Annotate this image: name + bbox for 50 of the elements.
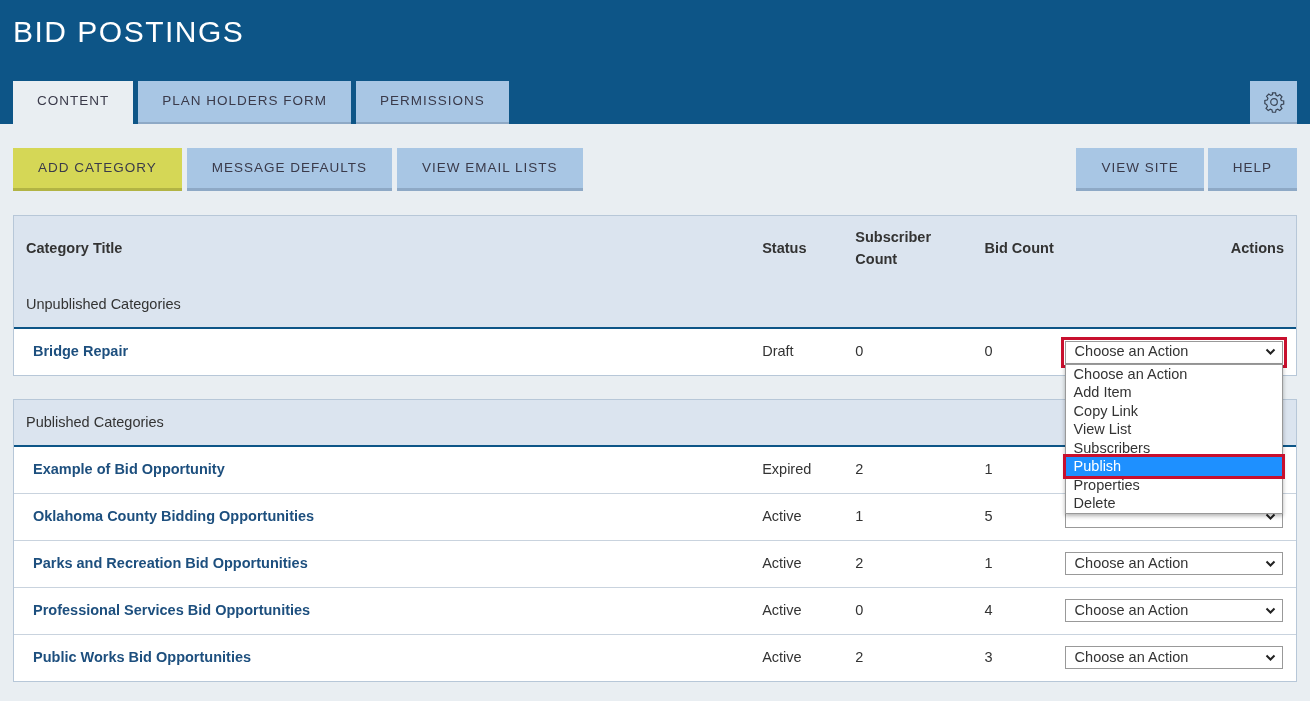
table-cell: 0	[855, 601, 864, 618]
column-header: Subscriber Count	[855, 228, 933, 269]
table-cell: 1	[984, 460, 993, 477]
table-cell: 2	[855, 648, 864, 665]
tab[interactable]: PLAN HOLDERS FORM	[138, 81, 352, 124]
table-cell: 1	[855, 507, 864, 524]
category-link[interactable]: Public Works Bid Opportunities	[33, 648, 252, 665]
table-cell: 2	[855, 554, 864, 571]
table-cell: 1	[984, 554, 993, 571]
page-title: BID POSTINGS	[13, 14, 246, 50]
category-link[interactable]: Example of Bid Opportunity	[33, 460, 225, 477]
table-cell: Active	[762, 648, 802, 665]
tab[interactable]: CONTENT	[13, 81, 134, 124]
category-link[interactable]: Bridge Repair	[33, 343, 129, 360]
table-cell: 3	[984, 648, 993, 665]
category-link[interactable]: Parks and Recreation Bid Opportunities	[33, 554, 308, 571]
section-heading: Unpublished Categories	[26, 295, 181, 312]
toolbar-button[interactable]: ADD CATEGORY	[13, 148, 182, 191]
table-cell: Draft	[762, 343, 794, 360]
column-header: Actions	[1230, 240, 1284, 257]
table-cell: 0	[984, 343, 993, 360]
action-select[interactable]: Choose an Action	[1064, 599, 1283, 622]
toolbar-button[interactable]: VIEW SITE	[1076, 148, 1204, 191]
dropdown-option[interactable]: Delete	[1065, 494, 1282, 513]
tab[interactable]: PERMISSIONS	[356, 81, 509, 124]
table-cell: Active	[762, 554, 802, 571]
dropdown-option[interactable]: Add Item	[1065, 383, 1282, 402]
category-link[interactable]: Oklahoma County Bidding Opportunities	[33, 507, 315, 524]
toolbar-button[interactable]: VIEW EMAIL LISTS	[397, 148, 583, 191]
section-heading: Published Categories	[26, 413, 164, 430]
table-cell: 5	[984, 507, 993, 524]
table-cell: Expired	[762, 460, 812, 477]
dropdown-option[interactable]: Subscribers	[1065, 438, 1282, 457]
action-select[interactable]: Choose an Action	[1064, 646, 1283, 670]
action-select[interactable]: Choose an Action	[1064, 552, 1283, 575]
table-cell: Active	[762, 601, 802, 618]
category-link[interactable]: Professional Services Bid Opportunities	[33, 601, 311, 618]
table-cell: 4	[984, 601, 993, 618]
dropdown-option[interactable]: View List	[1065, 420, 1282, 439]
toolbar-button[interactable]: MESSAGE DEFAULTS	[186, 148, 393, 191]
dropdown-option[interactable]: Choose an Action	[1065, 364, 1282, 383]
column-header: Bid Count	[984, 240, 1054, 257]
table-cell: Active	[762, 507, 802, 524]
column-header: Category Title	[26, 240, 123, 257]
toolbar-button[interactable]: HELP	[1207, 148, 1297, 191]
dropdown-option[interactable]: Properties	[1065, 475, 1282, 494]
dropdown-option[interactable]: Copy Link	[1065, 401, 1282, 420]
table-cell: 2	[855, 460, 864, 477]
column-header: Status	[762, 240, 807, 257]
table-cell: 0	[855, 343, 864, 360]
